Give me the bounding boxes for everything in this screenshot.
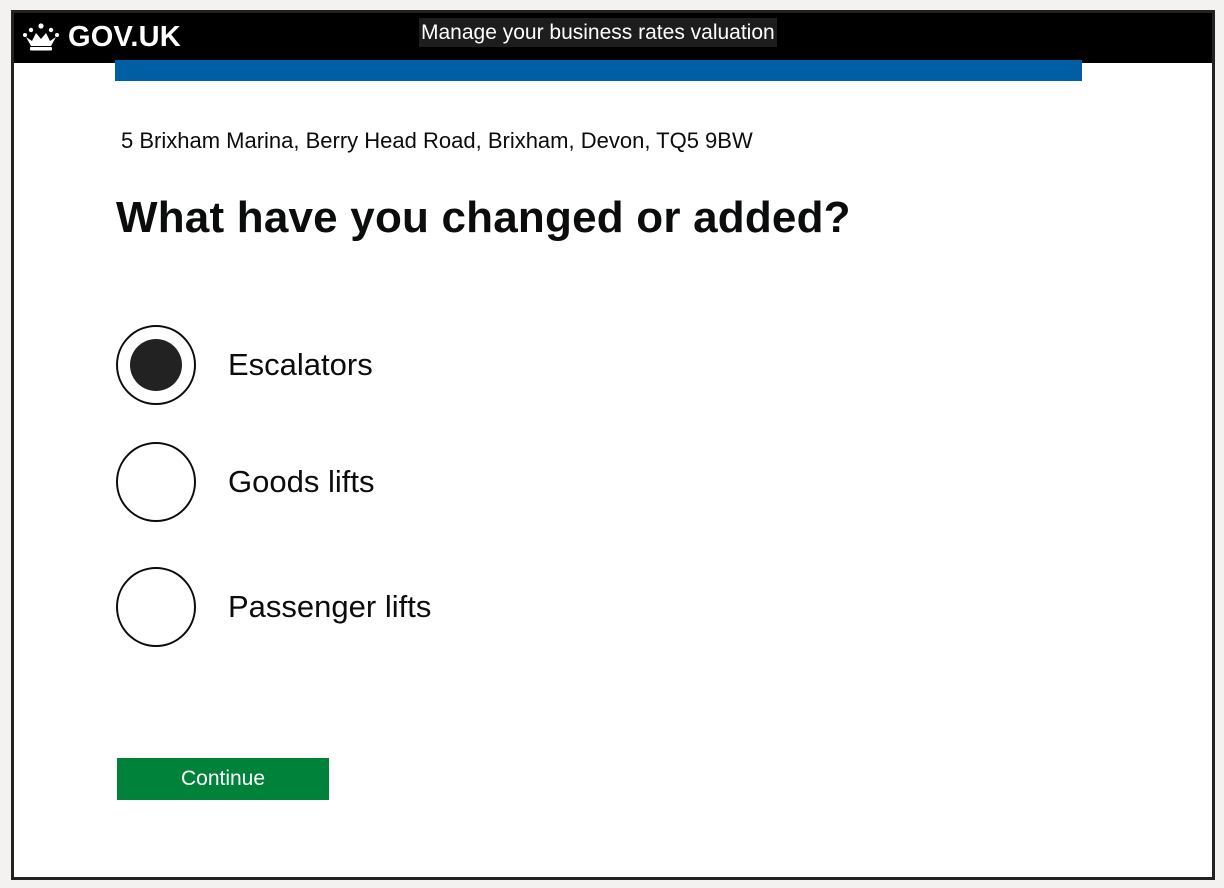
page-title: What have you changed or added?	[116, 193, 851, 242]
page-frame: GOV.UK Manage your business rates valuat…	[11, 10, 1215, 880]
accent-bar	[115, 60, 1082, 81]
continue-button[interactable]: Continue	[117, 758, 329, 800]
govuk-header: GOV.UK Manage your business rates valuat…	[14, 13, 1212, 63]
radio-label[interactable]: Escalators	[228, 347, 373, 383]
service-name-link[interactable]: Manage your business rates valuation	[419, 18, 777, 47]
radio-option-goods-lifts[interactable]: Goods lifts	[116, 442, 374, 522]
radio-button[interactable]	[116, 442, 196, 522]
radio-button[interactable]	[116, 567, 196, 647]
radio-option-passenger-lifts[interactable]: Passenger lifts	[116, 567, 431, 647]
logo-text: GOV.UK	[68, 20, 181, 53]
radio-label[interactable]: Goods lifts	[228, 464, 374, 500]
radio-button[interactable]	[116, 325, 196, 405]
radio-selected-dot	[130, 339, 182, 391]
govuk-logo-link[interactable]: GOV.UK	[22, 18, 181, 56]
radio-option-escalators[interactable]: Escalators	[116, 325, 373, 405]
crown-icon	[23, 23, 59, 51]
radio-label[interactable]: Passenger lifts	[228, 589, 431, 625]
property-address: 5 Brixham Marina, Berry Head Road, Brixh…	[121, 128, 753, 153]
